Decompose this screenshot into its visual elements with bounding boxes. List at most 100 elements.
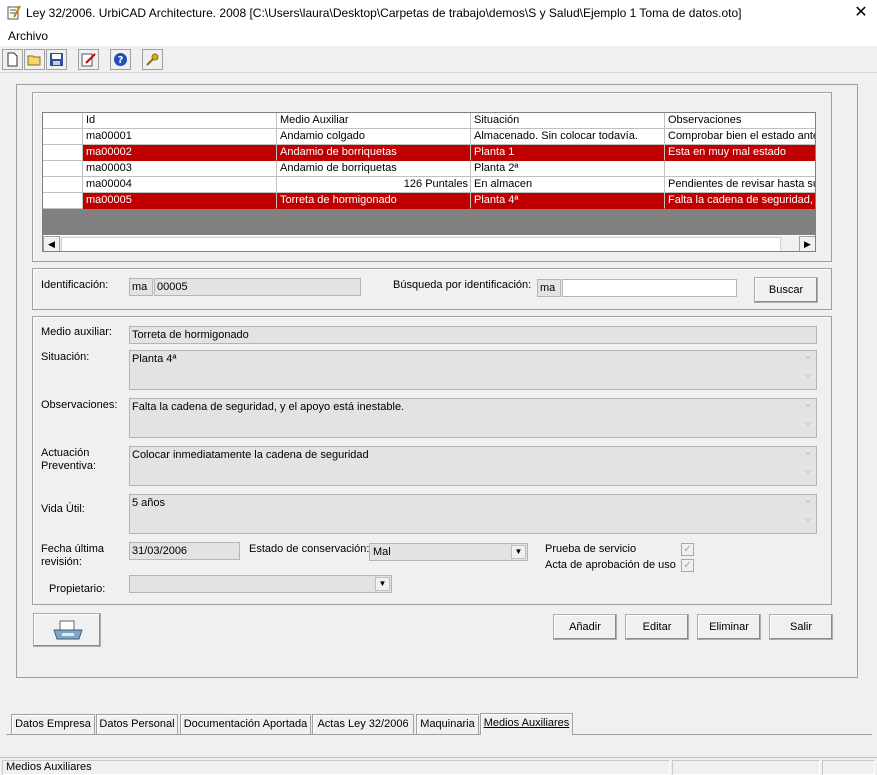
estado-value: Mal bbox=[373, 546, 391, 558]
close-icon[interactable]: ✕ bbox=[848, 2, 874, 24]
delete-button[interactable]: Eliminar bbox=[697, 614, 761, 640]
horizontal-scrollbar[interactable]: ◀ ▶ bbox=[43, 235, 815, 251]
cell-medio: Torreta de hormigonado bbox=[277, 193, 471, 209]
vida-field[interactable]: 5 años ⌃ ⌄ bbox=[129, 494, 817, 534]
key-icon[interactable] bbox=[142, 49, 163, 70]
search-input[interactable] bbox=[562, 279, 737, 297]
row-indicator bbox=[43, 161, 83, 177]
cell-medio: Andamio de borriquetas bbox=[277, 161, 471, 177]
printer-icon bbox=[53, 620, 83, 640]
print-button[interactable] bbox=[33, 613, 101, 647]
status-panel-3 bbox=[822, 760, 875, 775]
search-label: Búsqueda por identificación: bbox=[393, 279, 532, 291]
cell-situacion: Planta 2ª bbox=[471, 161, 665, 177]
window-title: Ley 32/2006. UrbiCAD Architecture. 2008 … bbox=[26, 6, 742, 20]
tab-datos-personal[interactable]: Datos Personal bbox=[96, 714, 178, 734]
tab-medios-auxiliares[interactable]: Medios Auxiliares bbox=[480, 713, 573, 735]
column-header-medio[interactable]: Medio Auxiliar bbox=[277, 113, 471, 129]
prueba-checkbox[interactable]: ✓ bbox=[681, 543, 694, 556]
cell-id: ma00002 bbox=[83, 145, 277, 161]
column-header-id[interactable]: Id bbox=[83, 113, 277, 129]
cell-id: ma00004 bbox=[83, 177, 277, 193]
table-row[interactable]: ma00005 Torreta de hormigonado Planta 4ª… bbox=[43, 193, 815, 209]
obs-text: Falta la cadena de seguridad, y el apoyo… bbox=[132, 401, 405, 413]
edit-button[interactable]: Editar bbox=[625, 614, 689, 640]
cell-observaciones bbox=[665, 161, 815, 177]
title-bar: Ley 32/2006. UrbiCAD Architecture. 2008 … bbox=[0, 0, 877, 26]
help-icon[interactable]: ? bbox=[110, 49, 131, 70]
save-icon[interactable] bbox=[46, 49, 67, 70]
cell-id: ma00001 bbox=[83, 129, 277, 145]
actuacion-label-2: Preventiva: bbox=[41, 460, 97, 472]
vida-text: 5 años bbox=[132, 497, 166, 509]
medio-field[interactable]: Torreta de hormigonado bbox=[129, 326, 817, 344]
ident-prefix: ma bbox=[129, 278, 153, 296]
table-row[interactable]: ma00001 Andamio colgado Almacenado. Sin … bbox=[43, 129, 815, 145]
cell-situacion: Planta 4ª bbox=[471, 193, 665, 209]
table-row[interactable]: ma00004 126 Puntales En almacen Pendient… bbox=[43, 177, 815, 193]
grid-header: Id Medio Auxiliar Situación Observacione… bbox=[43, 113, 815, 129]
tab-baseline bbox=[6, 734, 872, 735]
chevron-down-icon[interactable]: ▼ bbox=[511, 545, 526, 559]
menu-archivo[interactable]: Archivo bbox=[8, 29, 48, 43]
search-button[interactable]: Buscar bbox=[754, 277, 818, 303]
column-header-situacion[interactable]: Situación bbox=[471, 113, 665, 129]
propietario-select[interactable]: ▼ bbox=[129, 575, 392, 593]
estado-label: Estado de conservación: bbox=[249, 543, 370, 555]
row-indicator bbox=[43, 129, 83, 145]
open-folder-icon[interactable] bbox=[24, 49, 45, 70]
row-indicator bbox=[43, 193, 83, 209]
estado-select[interactable]: Mal ▼ bbox=[369, 543, 528, 561]
scroll-left-icon[interactable]: ◀ bbox=[43, 236, 60, 251]
tab-actas[interactable]: Actas Ley 32/2006 bbox=[312, 714, 414, 734]
scroll-right-icon[interactable]: ▶ bbox=[799, 236, 815, 251]
table-row[interactable]: ma00003 Andamio de borriquetas Planta 2ª bbox=[43, 161, 815, 177]
cell-id: ma00005 bbox=[83, 193, 277, 209]
scroll-thumb[interactable] bbox=[61, 237, 781, 251]
column-header-observaciones[interactable]: Observaciones bbox=[665, 113, 815, 129]
tab-datos-empresa[interactable]: Datos Empresa bbox=[11, 714, 95, 734]
acta-label: Acta de aprobación de uso bbox=[545, 559, 676, 571]
exit-button[interactable]: Salir bbox=[769, 614, 833, 640]
status-text: Medios Auxiliares bbox=[2, 760, 670, 775]
situacion-text: Planta 4ª bbox=[132, 353, 177, 365]
observaciones-field[interactable]: Falta la cadena de seguridad, y el apoyo… bbox=[129, 398, 817, 438]
toolbar: ? bbox=[0, 47, 877, 73]
tab-documentacion[interactable]: Documentación Aportada bbox=[180, 714, 311, 734]
cell-observaciones: Esta en muy mal estado bbox=[665, 145, 815, 161]
search-prefix: ma bbox=[537, 279, 561, 297]
prueba-label: Prueba de servicio bbox=[545, 543, 637, 555]
data-grid[interactable]: Id Medio Auxiliar Situación Observacione… bbox=[42, 112, 816, 252]
cell-situacion: Almacenado. Sin colocar todavía. bbox=[471, 129, 665, 145]
row-indicator bbox=[43, 145, 83, 161]
acta-checkbox[interactable]: ✓ bbox=[681, 559, 694, 572]
cell-observaciones: Comprobar bien el estado antes bbox=[665, 129, 815, 145]
situacion-field[interactable]: Planta 4ª ⌃ ⌄ bbox=[129, 350, 817, 390]
memo-scrollbar[interactable]: ⌃ ⌄ bbox=[802, 449, 814, 485]
fecha-field[interactable]: 31/03/2006 bbox=[129, 542, 240, 560]
medio-label: Medio auxiliar: bbox=[41, 326, 112, 338]
cell-id: ma00003 bbox=[83, 161, 277, 177]
edit-icon[interactable] bbox=[78, 49, 99, 70]
fecha-label: Fecha última bbox=[41, 543, 104, 555]
situacion-label: Situación: bbox=[41, 351, 90, 363]
actuacion-field[interactable]: Colocar inmediatamente la cadena de segu… bbox=[129, 446, 817, 486]
obs-label: Observaciones: bbox=[41, 399, 118, 411]
ident-value: 00005 bbox=[154, 278, 361, 296]
new-file-icon[interactable] bbox=[2, 49, 23, 70]
actuacion-text: Colocar inmediatamente la cadena de segu… bbox=[132, 449, 369, 461]
cell-situacion: Planta 1 bbox=[471, 145, 665, 161]
cell-medio: 126 Puntales bbox=[277, 177, 471, 193]
memo-scrollbar[interactable]: ⌃ ⌄ bbox=[802, 497, 814, 533]
chevron-down-icon[interactable]: ▼ bbox=[375, 577, 390, 591]
table-row[interactable]: ma00002 Andamio de borriquetas Planta 1 … bbox=[43, 145, 815, 161]
ident-label: Identificación: bbox=[41, 279, 109, 291]
tab-maquinaria[interactable]: Maquinaria bbox=[416, 714, 479, 734]
memo-scrollbar[interactable]: ⌃ ⌄ bbox=[802, 353, 814, 389]
add-button[interactable]: Añadir bbox=[553, 614, 617, 640]
fecha-label-2: revisión: bbox=[41, 556, 82, 568]
cell-observaciones: Pendientes de revisar hasta su bbox=[665, 177, 815, 193]
cell-observaciones: Falta la cadena de seguridad, y bbox=[665, 193, 815, 209]
propietario-label: Propietario: bbox=[49, 583, 106, 595]
memo-scrollbar[interactable]: ⌃ ⌄ bbox=[802, 401, 814, 437]
